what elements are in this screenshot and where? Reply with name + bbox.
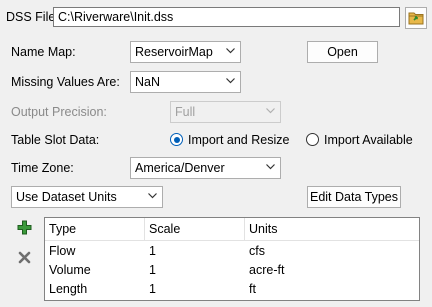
name-map-select[interactable]: ReservoirMap — [130, 41, 241, 63]
units-mode-select[interactable]: Use Dataset Units — [11, 186, 163, 208]
table-cell-units[interactable]: cfs — [245, 242, 265, 261]
table-cell-type[interactable]: Flow — [45, 242, 75, 261]
output-precision-label: Output Precision: — [11, 105, 107, 119]
import-resize-radio[interactable] — [170, 133, 183, 146]
dss-file-label: DSS File: — [6, 10, 59, 24]
column-header-units[interactable]: Units — [245, 218, 419, 241]
table-cell-scale[interactable]: 1 — [145, 261, 156, 280]
missing-values-value: NaN — [135, 75, 161, 89]
import-available-radio[interactable] — [306, 133, 319, 146]
missing-values-label: Missing Values Are: — [11, 75, 120, 89]
dss-file-input[interactable]: C:\Riverware\Init.dss — [53, 7, 400, 27]
output-precision-select: Full — [170, 101, 281, 123]
chevron-down-icon — [266, 164, 275, 170]
chevron-down-icon — [266, 108, 275, 114]
browse-button[interactable] — [405, 7, 427, 29]
chevron-down-icon — [148, 193, 157, 199]
import-available-label[interactable]: Import Available — [324, 132, 413, 148]
missing-values-select[interactable]: NaN — [130, 71, 241, 93]
table-cell-units[interactable]: ft — [245, 280, 256, 299]
table-cell-units[interactable]: acre-ft — [245, 261, 284, 280]
chevron-down-icon — [226, 48, 235, 54]
x-icon — [18, 251, 30, 263]
name-map-label: Name Map: — [11, 45, 76, 59]
table-cell-scale[interactable]: 1 — [145, 242, 156, 261]
delete-row-button[interactable] — [14, 247, 34, 267]
import-resize-label[interactable]: Import and Resize — [188, 132, 289, 148]
table-cell-type[interactable]: Volume — [45, 261, 91, 280]
plus-icon — [17, 220, 31, 234]
name-map-value: ReservoirMap — [135, 45, 213, 59]
table-cell-scale[interactable]: 1 — [145, 280, 156, 299]
output-precision-value: Full — [175, 105, 196, 119]
open-button[interactable]: Open — [307, 41, 378, 63]
chevron-down-icon — [226, 78, 235, 84]
edit-data-types-button[interactable]: Edit Data Types — [307, 186, 401, 208]
table-slot-data-label: Table Slot Data: — [11, 133, 100, 147]
column-header-type[interactable]: Type — [45, 218, 145, 241]
add-row-button[interactable] — [14, 217, 34, 237]
column-header-scale[interactable]: Scale — [145, 218, 245, 241]
time-zone-select[interactable]: America/Denver — [130, 157, 281, 179]
folder-icon — [408, 12, 424, 25]
time-zone-value: America/Denver — [135, 161, 225, 175]
table-cell-type[interactable]: Length — [45, 280, 87, 299]
units-mode-value: Use Dataset Units — [16, 190, 117, 204]
data-types-table[interactable]: Type Scale Units Flow 1 cfs Volume 1 acr… — [44, 217, 420, 301]
time-zone-label: Time Zone: — [11, 161, 74, 175]
